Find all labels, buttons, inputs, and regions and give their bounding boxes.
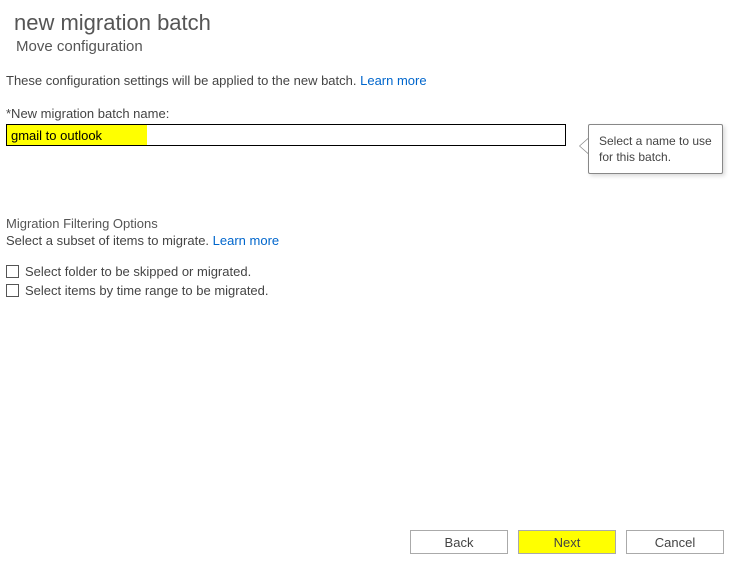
- filtering-learn-more-link[interactable]: Learn more: [213, 233, 279, 248]
- checkbox-folder-label: Select folder to be skipped or migrated.: [25, 264, 251, 279]
- tooltip-pointer-icon: [579, 138, 588, 154]
- checkbox-row-folder: Select folder to be skipped or migrated.: [0, 248, 738, 279]
- filtering-desc-text: Select a subset of items to migrate.: [6, 233, 213, 248]
- checkbox-row-time: Select items by time range to be migrate…: [0, 279, 738, 298]
- tooltip-text: Select a name to use for this batch.: [588, 124, 723, 174]
- batch-name-row: Select a name to use for this batch.: [0, 124, 738, 174]
- learn-more-link[interactable]: Learn more: [360, 73, 426, 88]
- page-title: new migration batch: [0, 0, 738, 38]
- next-button[interactable]: Next: [518, 530, 616, 554]
- tooltip: Select a name to use for this batch.: [588, 124, 723, 174]
- checkbox-time-label: Select items by time range to be migrate…: [25, 283, 269, 298]
- batch-name-label: *New migration batch name:: [0, 88, 738, 124]
- back-button[interactable]: Back: [410, 530, 508, 554]
- checkbox-time[interactable]: [6, 284, 19, 297]
- intro-description: These configuration settings will be app…: [0, 69, 738, 88]
- intro-text: These configuration settings will be app…: [6, 73, 360, 88]
- checkbox-folder[interactable]: [6, 265, 19, 278]
- batch-name-input[interactable]: [6, 124, 566, 146]
- batch-name-input-container: [6, 124, 566, 146]
- cancel-button[interactable]: Cancel: [626, 530, 724, 554]
- filtering-heading: Migration Filtering Options: [0, 174, 738, 231]
- page-subtitle: Move configuration: [0, 38, 738, 69]
- filtering-description: Select a subset of items to migrate. Lea…: [0, 231, 738, 248]
- button-bar: Back Next Cancel: [410, 530, 724, 554]
